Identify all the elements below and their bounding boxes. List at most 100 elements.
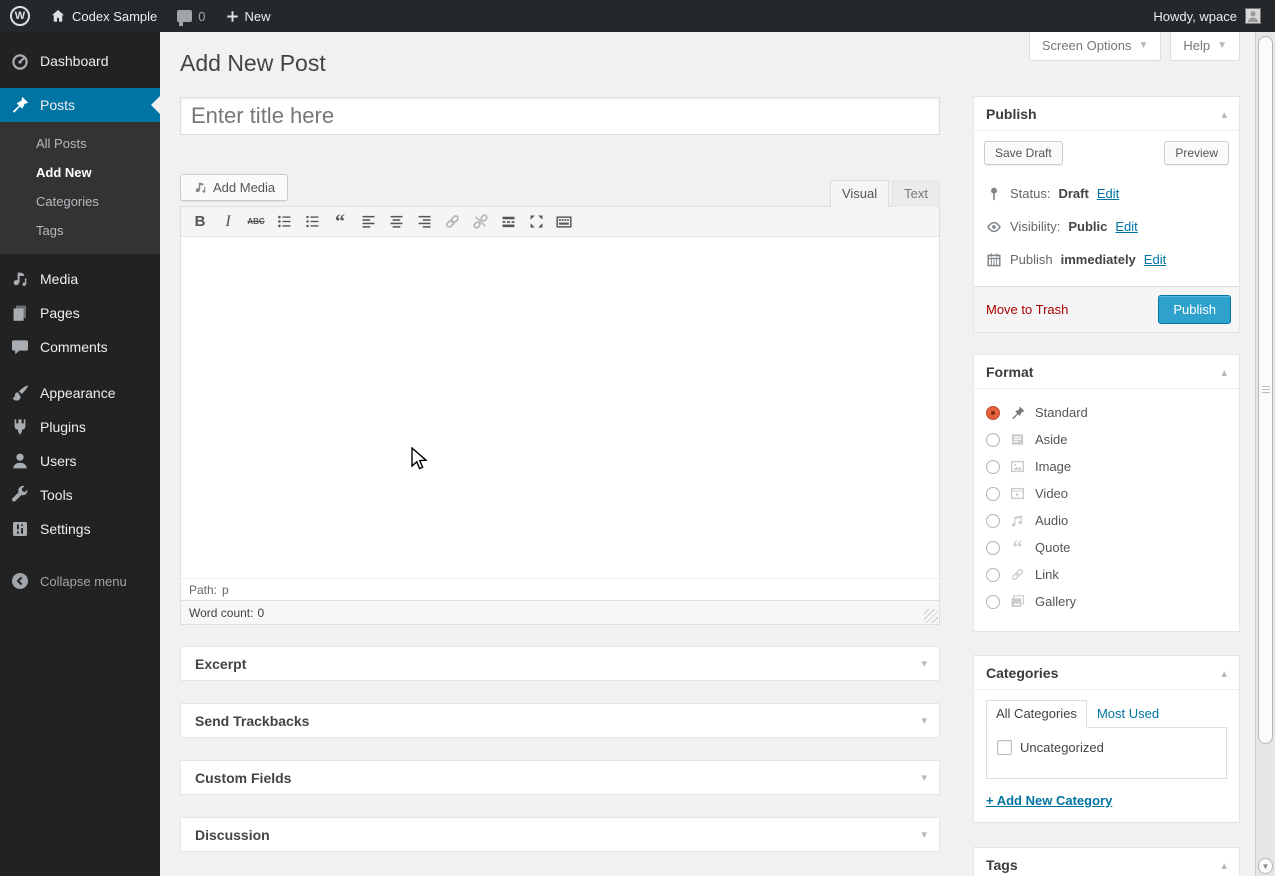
radio[interactable] — [986, 513, 1000, 528]
vertical-scrollbar[interactable]: ▲ ▼ — [1255, 32, 1275, 876]
unlink-button[interactable] — [467, 210, 493, 234]
scrollbar-thumb[interactable] — [1258, 36, 1273, 744]
radio[interactable] — [986, 432, 1000, 447]
bold-button[interactable]: B — [187, 210, 213, 234]
format-option-aside[interactable]: Aside — [986, 426, 1227, 453]
sidebar-item-categories[interactable]: Categories — [0, 187, 160, 216]
tab-visual[interactable]: Visual — [829, 180, 890, 207]
editor-resize-handle[interactable] — [924, 609, 938, 623]
excerpt-panel[interactable]: Excerpt ▾ — [180, 646, 940, 681]
comments-menu[interactable]: 0 — [167, 0, 215, 32]
radio-selected[interactable] — [986, 405, 1000, 420]
align-right-button[interactable] — [411, 210, 437, 234]
expand-toggle-icon[interactable]: ▾ — [921, 828, 927, 841]
screen-options-button[interactable]: Screen Options ▼ — [1028, 32, 1162, 61]
categories-box-header[interactable]: Categories ▴ — [974, 656, 1239, 690]
sidebar-item-users[interactable]: Users — [0, 444, 160, 478]
tab-text[interactable]: Text — [892, 180, 940, 207]
site-name-menu[interactable]: Codex Sample — [40, 0, 167, 32]
sidebar-item-label: Posts — [40, 97, 76, 113]
sidebar-item-settings[interactable]: Settings — [0, 512, 160, 546]
bullet-list-button[interactable] — [271, 210, 297, 234]
editor-content-area[interactable] — [181, 237, 939, 578]
media-icon — [13, 272, 27, 286]
more-tag-button[interactable] — [495, 210, 521, 234]
appearance-icon — [12, 385, 28, 401]
format-box-header[interactable]: Format ▴ — [974, 355, 1239, 389]
kitchen-sink-button[interactable] — [551, 210, 577, 234]
tags-box-title: Tags — [986, 857, 1018, 873]
numbered-list-button[interactable] — [299, 210, 325, 234]
align-center-button[interactable] — [383, 210, 409, 234]
tags-box-header[interactable]: Tags ▴ — [974, 848, 1239, 876]
preview-button[interactable]: Preview — [1164, 141, 1229, 165]
status-value: Draft — [1058, 186, 1089, 201]
sidebar-item-all-posts[interactable]: All Posts — [0, 129, 160, 158]
sidebar-item-label: Media — [40, 271, 79, 287]
sidebar-item-tags[interactable]: Tags — [0, 216, 160, 245]
tab-all-categories[interactable]: All Categories — [986, 700, 1087, 728]
sidebar-item-posts[interactable]: Posts — [0, 88, 160, 122]
edit-schedule-link[interactable]: Edit — [1144, 252, 1166, 267]
add-media-button[interactable]: Add Media — [180, 174, 289, 201]
tab-most-used[interactable]: Most Used — [1087, 701, 1169, 727]
link-button[interactable] — [439, 210, 465, 234]
scroll-down-arrow-icon[interactable]: ▼ — [1258, 858, 1273, 874]
publish-box-header[interactable]: Publish ▴ — [974, 97, 1239, 131]
expand-toggle-icon[interactable]: ▾ — [921, 714, 927, 727]
sidebar-item-label: Comments — [40, 339, 108, 355]
publish-button[interactable]: Publish — [1158, 295, 1231, 324]
save-draft-button[interactable]: Save Draft — [984, 141, 1063, 165]
new-content-menu[interactable]: New — [216, 0, 281, 32]
audio-icon — [1009, 512, 1026, 529]
align-right-icon — [418, 215, 430, 228]
collapse-toggle-icon[interactable]: ▴ — [1221, 667, 1227, 680]
add-media-label: Add Media — [213, 180, 276, 195]
edit-visibility-link[interactable]: Edit — [1115, 219, 1137, 234]
radio[interactable] — [986, 540, 1000, 555]
blockquote-button[interactable]: “ — [327, 210, 353, 234]
expand-toggle-icon[interactable]: ▾ — [921, 657, 927, 670]
sidebar-item-tools[interactable]: Tools — [0, 478, 160, 512]
wp-logo-menu[interactable]: W — [0, 0, 40, 32]
add-new-category-link[interactable]: + Add New Category — [986, 793, 1112, 808]
post-title-input[interactable] — [180, 97, 940, 135]
format-option-gallery[interactable]: Gallery — [986, 588, 1227, 615]
category-checkbox[interactable] — [997, 740, 1012, 755]
strikethrough-button[interactable]: ABC — [243, 210, 269, 234]
format-option-image[interactable]: Image — [986, 453, 1227, 480]
italic-button[interactable]: I — [215, 210, 241, 234]
sidebar-item-appearance[interactable]: Appearance — [0, 376, 160, 410]
sidebar-item-pages[interactable]: Pages — [0, 296, 160, 330]
edit-status-link[interactable]: Edit — [1097, 186, 1119, 201]
collapse-toggle-icon[interactable]: ▴ — [1221, 366, 1227, 379]
sidebar-item-comments[interactable]: Comments — [0, 330, 160, 364]
format-option-standard[interactable]: Standard — [986, 399, 1227, 426]
radio[interactable] — [986, 459, 1000, 474]
account-menu[interactable]: Howdy, wpace — [1153, 8, 1275, 24]
sidebar-item-dashboard[interactable]: Dashboard — [0, 44, 160, 78]
send-trackbacks-panel[interactable]: Send Trackbacks ▾ — [180, 703, 940, 738]
expand-toggle-icon[interactable]: ▾ — [921, 771, 927, 784]
move-to-trash-link[interactable]: Move to Trash — [986, 302, 1068, 317]
fullscreen-button[interactable] — [523, 210, 549, 234]
format-option-quote[interactable]: “ Quote — [986, 534, 1227, 561]
help-button[interactable]: Help ▼ — [1170, 32, 1240, 61]
sidebar-item-plugins[interactable]: Plugins — [0, 410, 160, 444]
collapse-toggle-icon[interactable]: ▴ — [1221, 859, 1227, 872]
format-option-audio[interactable]: Audio — [986, 507, 1227, 534]
custom-fields-panel[interactable]: Custom Fields ▾ — [180, 760, 940, 795]
format-option-video[interactable]: Video — [986, 480, 1227, 507]
collapse-toggle-icon[interactable]: ▴ — [1221, 108, 1227, 121]
collapse-menu-button[interactable]: Collapse menu — [0, 564, 160, 598]
align-left-button[interactable] — [355, 210, 381, 234]
radio[interactable] — [986, 486, 1000, 501]
discussion-panel[interactable]: Discussion ▾ — [180, 817, 940, 852]
sidebar-item-add-new[interactable]: Add New — [0, 158, 160, 187]
format-option-link[interactable]: Link — [986, 561, 1227, 588]
calendar-icon — [987, 253, 1001, 266]
radio[interactable] — [986, 567, 1000, 582]
sidebar-item-media[interactable]: Media — [0, 262, 160, 296]
radio[interactable] — [986, 594, 1000, 609]
category-item-uncategorized[interactable]: Uncategorized — [997, 740, 1216, 755]
